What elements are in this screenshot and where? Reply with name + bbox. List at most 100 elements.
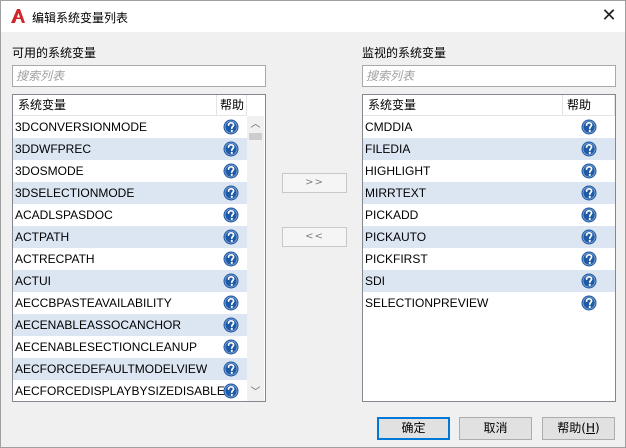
list-item[interactable]: SELECTIONPREVIEW (363, 292, 615, 314)
close-icon: ✕ (601, 5, 617, 26)
list-item[interactable]: 3DCONVERSIONMODE (13, 116, 247, 138)
scroll-thumb[interactable] (249, 133, 262, 140)
list-item[interactable]: PICKFIRST (363, 248, 615, 270)
list-item[interactable]: AECFORCEDISPLAYBYSIZEDISABLE (13, 380, 247, 401)
monitored-search-input[interactable] (366, 68, 612, 84)
sysvar-name: ACADLSPASDOC (15, 208, 113, 222)
help-question-icon[interactable] (223, 339, 239, 355)
title-bar: 编辑系统变量列表 ✕ (1, 1, 625, 32)
close-button[interactable]: ✕ (593, 2, 625, 30)
sysvar-name: MIRRTEXT (365, 186, 427, 200)
available-vars-list[interactable]: 系统变量 帮助 3DCONVERSIONMODE 3DDWFPREC 3DOSMOD… (12, 94, 266, 402)
list-item[interactable]: 3DSELECTIONMODE (13, 182, 247, 204)
help-question-icon[interactable] (223, 185, 239, 201)
list-item[interactable]: MIRRTEXT (363, 182, 615, 204)
available-vars-label: 可用的系统变量 (12, 46, 97, 60)
sysvar-name: ACTRECPATH (15, 252, 95, 266)
monitored-search-box[interactable] (362, 65, 616, 87)
help-question-icon[interactable] (581, 251, 597, 267)
sysvar-name: AECENABLESECTIONCLEANUP (15, 340, 198, 354)
sysvar-name: AECFORCEDISPLAYBYSIZEDISABLE (15, 384, 225, 398)
help-button-accel: H (585, 421, 596, 435)
help-question-icon[interactable] (581, 185, 597, 201)
sysvar-name: AECENABLEASSOCANCHOR (15, 318, 182, 332)
column-header-sysvar[interactable]: 系统变量 (13, 95, 217, 116)
column-header-help[interactable]: 帮助 (217, 95, 247, 116)
sysvar-name: AECCBPASTEAVAILABILITY (15, 296, 172, 310)
list-item[interactable]: FILEDIA (363, 138, 615, 160)
list-item[interactable]: ACTRECPATH (13, 248, 247, 270)
available-list-header: 系统变量 帮助 (13, 95, 247, 116)
list-item[interactable]: 3DDWFPREC (13, 138, 247, 160)
sysvar-name: 3DCONVERSIONMODE (15, 120, 148, 134)
help-question-icon[interactable] (581, 295, 597, 311)
help-question-icon[interactable] (581, 229, 597, 245)
help-button[interactable]: 帮助(H) (542, 417, 615, 440)
sysvar-name: SELECTIONPREVIEW (365, 296, 489, 310)
autocad-app-icon (11, 9, 25, 23)
list-item[interactable]: 3DOSMODE (13, 160, 247, 182)
list-item[interactable]: ACADLSPASDOC (13, 204, 247, 226)
sysvar-name: SDI (365, 274, 386, 288)
sysvar-name: ACTUI (15, 274, 51, 288)
column-header-help[interactable]: 帮助 (563, 95, 615, 116)
monitored-vars-label: 监视的系统变量 (362, 46, 447, 60)
sysvar-name: FILEDIA (365, 142, 411, 156)
sysvar-name: 3DOSMODE (15, 164, 84, 178)
help-question-icon[interactable] (581, 273, 597, 289)
list-item[interactable]: AECENABLESECTIONCLEANUP (13, 336, 247, 358)
monitored-list-header: 系统变量 帮助 (363, 95, 615, 116)
sysvar-name: ACTPATH (15, 230, 70, 244)
help-question-icon[interactable] (223, 229, 239, 245)
sysvar-name: PICKFIRST (365, 252, 428, 266)
sysvar-name: HIGHLIGHT (365, 164, 431, 178)
sysvar-name: AECFORCEDEFAULTMODELVIEW (15, 362, 208, 376)
list-item[interactable]: AECFORCEDEFAULTMODELVIEW (13, 358, 247, 380)
help-question-icon[interactable] (223, 119, 239, 135)
window-title: 编辑系统变量列表 (32, 11, 129, 25)
list-item[interactable]: ACTPATH (13, 226, 247, 248)
help-question-icon[interactable] (223, 383, 239, 399)
monitored-rows: CMDDIA FILEDIA HIGHLIGHT MIRRTEXT PICKADD PIC… (363, 116, 615, 314)
help-button-label-close: ) (595, 421, 600, 435)
edit-sysvar-list-dialog: 编辑系统变量列表 ✕ 可用的系统变量 系统变量 帮助 3DCONVERSIONM… (0, 0, 626, 448)
help-question-icon[interactable] (223, 207, 239, 223)
list-item[interactable]: SDI (363, 270, 615, 292)
list-item[interactable]: PICKAUTO (363, 226, 615, 248)
available-search-input[interactable] (16, 68, 262, 84)
help-question-icon[interactable] (581, 163, 597, 179)
help-question-icon[interactable] (581, 207, 597, 223)
available-rows: 3DCONVERSIONMODE 3DDWFPREC 3DOSMODE 3DSELEC… (13, 116, 247, 401)
help-question-icon[interactable] (223, 251, 239, 267)
remove-from-monitored-button[interactable]: << (282, 227, 347, 247)
sysvar-name: 3DDWFPREC (15, 142, 92, 156)
list-item[interactable]: AECCBPASTEAVAILABILITY (13, 292, 247, 314)
list-item[interactable]: HIGHLIGHT (363, 160, 615, 182)
ok-button[interactable]: 确定 (377, 417, 450, 440)
cancel-button[interactable]: 取消 (459, 417, 532, 440)
help-question-icon[interactable] (223, 295, 239, 311)
scroll-down-arrow-icon[interactable]: ﹀ (247, 384, 264, 401)
available-scrollbar[interactable]: ︿ ﹀ (247, 116, 264, 401)
help-question-icon[interactable] (581, 119, 597, 135)
help-question-icon[interactable] (223, 163, 239, 179)
list-item[interactable]: CMDDIA (363, 116, 615, 138)
list-item[interactable]: PICKADD (363, 204, 615, 226)
scroll-up-arrow-icon[interactable]: ︿ (247, 116, 264, 133)
sysvar-name: 3DSELECTIONMODE (15, 186, 135, 200)
help-question-icon[interactable] (223, 141, 239, 157)
list-item[interactable]: AECENABLEASSOCANCHOR (13, 314, 247, 336)
sysvar-name: PICKADD (365, 208, 419, 222)
help-question-icon[interactable] (223, 361, 239, 377)
help-button-label: 帮助( (557, 421, 586, 435)
available-search-box[interactable] (12, 65, 266, 87)
column-header-sysvar[interactable]: 系统变量 (363, 95, 563, 116)
list-item[interactable]: ACTUI (13, 270, 247, 292)
help-question-icon[interactable] (223, 317, 239, 333)
help-question-icon[interactable] (581, 141, 597, 157)
sysvar-name: CMDDIA (365, 120, 413, 134)
monitored-vars-list[interactable]: 系统变量 帮助 CMDDIA FILEDIA HIGHLIGHT MIRRTEXT PI… (362, 94, 616, 402)
help-question-icon[interactable] (223, 273, 239, 289)
add-to-monitored-button[interactable]: >> (282, 173, 347, 193)
sysvar-name: PICKAUTO (365, 230, 427, 244)
